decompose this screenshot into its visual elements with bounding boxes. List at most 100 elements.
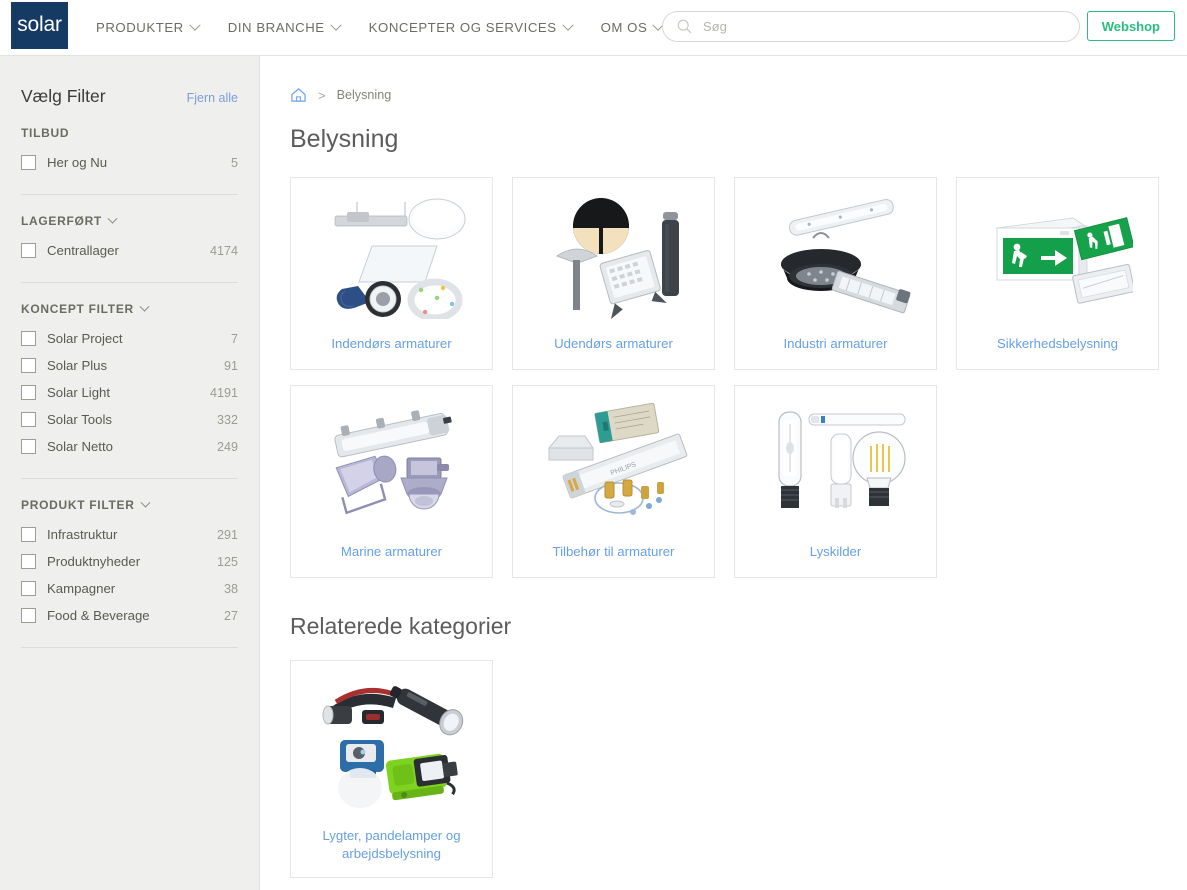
filter-row-produktnyheder[interactable]: Produktnyheder 125 xyxy=(21,548,238,575)
divider xyxy=(21,647,238,648)
group-label: TILBUD xyxy=(21,126,70,140)
category-label: Tilbehør til armaturer xyxy=(552,544,675,560)
filter-group-tilbud: TILBUD Her og Nu 5 xyxy=(21,107,238,195)
main-navigation: PRODUKTER DIN BRANCHE KONCEPTER OG SERVI… xyxy=(96,19,664,35)
filter-row-kampagner[interactable]: Kampagner 38 xyxy=(21,575,238,602)
chevron-down-icon xyxy=(189,19,201,31)
nav-label: DIN BRANCHE xyxy=(227,20,325,35)
industrial-luminaires-image xyxy=(735,178,936,335)
checkbox[interactable] xyxy=(21,608,36,623)
filter-row-infrastruktur[interactable]: Infrastruktur 291 xyxy=(21,521,238,548)
filter-sidebar: Vælg Filter Fjern alle TILBUD Her og Nu … xyxy=(0,56,260,890)
checkbox[interactable] xyxy=(21,412,36,427)
breadcrumb-separator: > xyxy=(318,87,326,103)
filter-header: Vælg Filter Fjern alle xyxy=(21,56,238,107)
filter-count: 4174 xyxy=(209,243,238,258)
filter-group-heading[interactable]: TILBUD xyxy=(21,126,238,140)
checkbox[interactable] xyxy=(21,155,36,170)
checkbox[interactable] xyxy=(21,581,36,596)
filter-title: Vælg Filter xyxy=(21,86,106,106)
category-card-accessories[interactable]: PHILIPS Tilbehør til armaturer xyxy=(512,385,715,578)
nav-label: OM OS xyxy=(600,20,648,35)
filter-row-solar-plus[interactable]: Solar Plus 91 xyxy=(21,352,238,379)
webshop-button[interactable]: Webshop xyxy=(1086,11,1175,41)
filter-count: 91 xyxy=(223,358,238,373)
category-label: Lyskilder xyxy=(809,544,862,560)
search-box[interactable] xyxy=(662,11,1080,42)
site-header: solar PRODUKTER DIN BRANCHE KONCEPTER OG… xyxy=(0,0,1187,56)
filter-label: Centrallager xyxy=(47,243,119,258)
checkbox[interactable] xyxy=(21,358,36,373)
filter-count: 291 xyxy=(216,527,238,542)
filter-label: Kampagner xyxy=(47,581,116,596)
filter-row-centrallager[interactable]: Centrallager 4174 xyxy=(21,237,238,264)
indoor-luminaires-image xyxy=(291,178,492,335)
chevron-down-icon xyxy=(330,19,342,31)
nav-item-produkter[interactable]: PRODUKTER xyxy=(96,19,201,35)
breadcrumb-current[interactable]: Belysning xyxy=(337,88,392,102)
filter-count: 27 xyxy=(223,608,238,623)
chevron-down-icon xyxy=(107,213,118,224)
filter-group-heading[interactable]: KONCEPT FILTER xyxy=(21,301,238,316)
filter-label: Infrastruktur xyxy=(47,527,118,542)
filter-label: Solar Light xyxy=(47,385,111,400)
category-label: Sikkerhedsbelysning xyxy=(997,336,1118,352)
related-card-torches[interactable]: Lygter, pandelamper og arbejdsbelysning xyxy=(290,660,493,878)
page-title: Belysning xyxy=(290,125,399,153)
emergency-lighting-image xyxy=(957,178,1158,335)
category-card-indoor[interactable]: Indendørs armaturer xyxy=(290,177,493,370)
category-card-industrial[interactable]: Industri armaturer xyxy=(734,177,937,370)
category-label: Marine armaturer xyxy=(340,544,443,560)
nav-item-din-branche[interactable]: DIN BRANCHE xyxy=(227,19,342,35)
filter-row-solar-light[interactable]: Solar Light 4191 xyxy=(21,379,238,406)
luminaire-accessories-image: PHILIPS xyxy=(513,386,714,543)
filter-row-solar-tools[interactable]: Solar Tools 332 xyxy=(21,406,238,433)
filter-row-her-og-nu[interactable]: Her og Nu 5 xyxy=(21,149,238,176)
filter-label: Solar Netto xyxy=(47,439,113,454)
breadcrumb: > Belysning xyxy=(290,56,1187,103)
filter-label: Produktnyheder xyxy=(47,554,141,569)
category-card-outdoor[interactable]: Udendørs armaturer xyxy=(512,177,715,370)
category-label: Udendørs armaturer xyxy=(554,336,673,352)
checkbox[interactable] xyxy=(21,331,36,346)
filter-group-koncept: KONCEPT FILTER Solar Project 7 Solar Plu… xyxy=(21,283,238,479)
filter-row-solar-netto[interactable]: Solar Netto 249 xyxy=(21,433,238,460)
checkbox[interactable] xyxy=(21,385,36,400)
nav-item-om-os[interactable]: OM OS xyxy=(600,19,664,35)
filter-group-heading[interactable]: LAGERFØRT xyxy=(21,213,238,228)
filter-row-food-beverage[interactable]: Food & Beverage 27 xyxy=(21,602,238,629)
group-label: KONCEPT FILTER xyxy=(21,302,134,316)
checkbox[interactable] xyxy=(21,243,36,258)
checkbox[interactable] xyxy=(21,554,36,569)
search-input[interactable] xyxy=(701,18,1065,35)
filter-count: 4191 xyxy=(209,385,238,400)
category-label: Indendørs armaturer xyxy=(331,336,452,352)
main-content: > Belysning Belysning Indendørs armature… xyxy=(260,56,1187,890)
category-grid: Indendørs armaturer Udendørs armaturer I… xyxy=(290,177,1187,578)
chevron-down-icon xyxy=(140,497,151,508)
outdoor-luminaires-image xyxy=(513,178,714,335)
torches-headlamps-image xyxy=(291,661,492,827)
filter-group-lagerfort: LAGERFØRT Centrallager 4174 xyxy=(21,195,238,283)
light-sources-image xyxy=(735,386,936,543)
category-card-emergency[interactable]: Sikkerhedsbelysning xyxy=(956,177,1159,370)
category-card-marine[interactable]: Marine armaturer xyxy=(290,385,493,578)
filter-group-heading[interactable]: PRODUKT FILTER xyxy=(21,497,238,512)
clear-all-filters-link[interactable]: Fjern alle xyxy=(187,91,238,105)
solar-logo[interactable]: solar xyxy=(11,2,68,49)
filter-count: 38 xyxy=(223,581,238,596)
nav-item-koncepter-og-services[interactable]: KONCEPTER OG SERVICES xyxy=(368,19,574,35)
home-icon[interactable] xyxy=(290,87,307,103)
nav-label: PRODUKTER xyxy=(96,20,184,35)
nav-label: KONCEPTER OG SERVICES xyxy=(368,20,557,35)
checkbox[interactable] xyxy=(21,527,36,542)
category-card-light-sources[interactable]: Lyskilder xyxy=(734,385,937,578)
marine-luminaires-image xyxy=(291,386,492,543)
related-label: Lygter, pandelamper og arbejdsbelysning xyxy=(322,828,461,862)
checkbox[interactable] xyxy=(21,439,36,454)
filter-label: Her og Nu xyxy=(47,155,108,170)
filter-row-solar-project[interactable]: Solar Project 7 xyxy=(21,325,238,352)
filter-group-produkt: PRODUKT FILTER Infrastruktur 291 Produkt… xyxy=(21,479,238,648)
chevron-down-icon xyxy=(561,19,574,31)
filter-label: Solar Plus xyxy=(47,358,108,373)
